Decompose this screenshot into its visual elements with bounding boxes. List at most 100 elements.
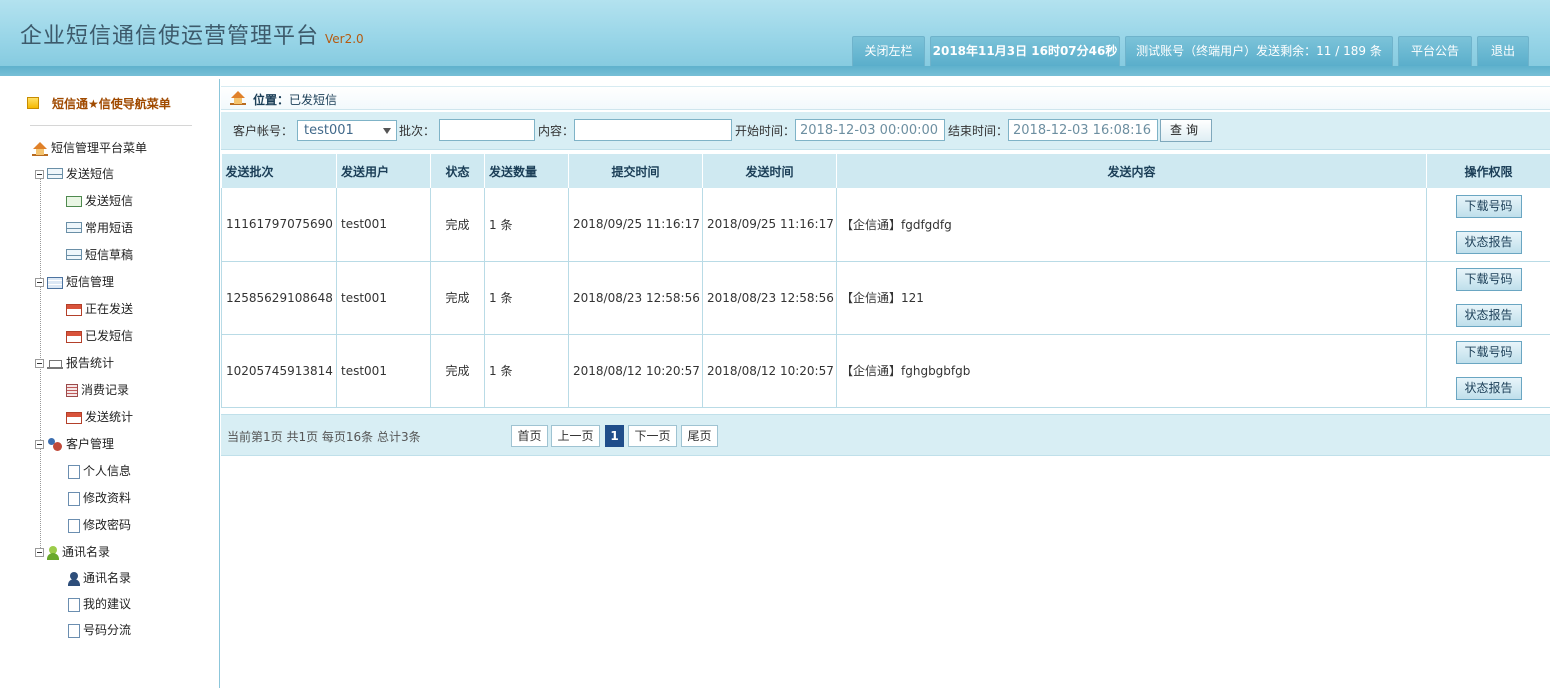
location-value: 已发短信 (289, 93, 338, 107)
cell-count: 1 条 (484, 188, 569, 262)
cell-submit-time: 2018/08/23 12:58:56 (568, 261, 703, 335)
mail-icon (47, 168, 63, 179)
tree-item-change-password[interactable]: 修改密码 (68, 516, 131, 534)
tree-item-sending[interactable]: 正在发送 (66, 300, 133, 318)
mail-phrase-icon (66, 222, 82, 233)
cell-user: test001 (336, 261, 431, 335)
column-header: 操作权限 (1426, 154, 1550, 188)
tree-item-sent[interactable]: 已发短信 (66, 327, 133, 345)
main-content: 位置： 已发短信 客户帐号： test001 批次： 内容： 开始时间： 结束时… (221, 79, 1550, 688)
end-time-input[interactable] (1008, 119, 1158, 141)
table-header-row: 发送批次 发送用户 状态 发送数量 提交时间 发送时间 发送内容 操作权限 (221, 154, 1550, 188)
cell-submit-time: 2018/09/25 11:16:17 (568, 188, 703, 262)
tree-item-drafts[interactable]: 短信草稿 (66, 246, 133, 264)
tree-item-label: 短信草稿 (85, 248, 134, 262)
tree-item-send-stats[interactable]: 发送统计 (66, 408, 133, 426)
column-header: 发送内容 (836, 154, 1427, 188)
tree-group-reports[interactable]: 报告统计 (35, 354, 114, 372)
current-page-button[interactable]: 1 (605, 425, 624, 447)
cell-content: 【企信通】fgdfgdfg (836, 188, 1427, 262)
tree-item-send-sms[interactable]: 发送短信 (66, 192, 133, 210)
tree-item-number-split[interactable]: 号码分流 (68, 621, 131, 639)
download-numbers-button[interactable]: 下载号码 (1455, 341, 1522, 364)
status-report-button[interactable]: 状态报告 (1455, 230, 1522, 254)
cart-icon (47, 359, 63, 369)
content-input[interactable] (574, 119, 732, 141)
calendar-icon (66, 411, 82, 424)
chevron-down-icon (383, 128, 391, 134)
tree-group-label: 发送短信 (66, 167, 115, 181)
app-version: Ver2.0 (325, 32, 364, 46)
cell-status: 完成 (430, 334, 485, 408)
download-numbers-button[interactable]: 下载号码 (1455, 268, 1522, 291)
app-title: 企业短信通信使运营管理平台 Ver2.0 (20, 18, 364, 50)
logout-button[interactable]: 退出 (1477, 36, 1529, 66)
cell-user: test001 (336, 188, 431, 262)
tree-item-contacts[interactable]: 通讯名录 (68, 569, 131, 587)
tree-item-label: 常用短语 (85, 221, 134, 235)
cell-batch: 12585629108648 (221, 261, 337, 335)
cell-submit-time: 2018/08/12 10:20:57 (568, 334, 703, 408)
account-select-value: test001 (304, 123, 354, 138)
sent-sms-table: 发送批次 发送用户 状态 发送数量 提交时间 发送时间 发送内容 操作权限 11… (221, 154, 1550, 408)
tree-group-label: 报告统计 (66, 356, 115, 370)
tree-item-suggestions[interactable]: 我的建议 (68, 595, 131, 613)
collapse-icon[interactable] (35, 548, 44, 557)
account-select[interactable]: test001 (297, 120, 397, 141)
collapse-icon[interactable] (35, 359, 44, 368)
table-row: 12585629108648 test001 完成 1 条 2018/08/23… (221, 261, 1550, 335)
cell-count: 1 条 (484, 334, 569, 408)
tree-item-label: 号码分流 (83, 623, 132, 637)
tree-group-contacts[interactable]: 通讯名录 (35, 543, 110, 561)
first-page-button[interactable]: 首页 (511, 425, 548, 447)
home-icon (32, 141, 48, 156)
prev-page-button[interactable]: 上一页 (551, 425, 600, 447)
list-icon (66, 384, 78, 397)
cell-actions: 下载号码 状态报告 (1426, 188, 1550, 262)
start-time-input[interactable] (795, 119, 945, 141)
tree-group-sms-manage[interactable]: 短信管理 (35, 273, 114, 291)
tree-item-label: 个人信息 (83, 464, 132, 478)
tree-root[interactable]: 短信管理平台菜单 (32, 139, 147, 157)
column-header: 发送用户 (336, 154, 431, 188)
document-icon (68, 464, 80, 479)
nav-checkbox-icon (27, 97, 39, 109)
tree-item-common-phrases[interactable]: 常用短语 (66, 219, 133, 237)
announcement-button[interactable]: 平台公告 (1398, 36, 1472, 66)
download-numbers-button[interactable]: 下载号码 (1455, 194, 1522, 218)
tree-item-label: 发送短信 (85, 194, 134, 208)
collapse-icon[interactable] (35, 170, 44, 179)
cell-send-time: 2018/08/12 10:20:57 (702, 334, 837, 408)
tree-item-label: 正在发送 (85, 302, 134, 316)
account-info: 测试账号（终端用户）发送剩余：11 / 189 条 (1125, 36, 1393, 66)
column-header: 提交时间 (568, 154, 703, 188)
tree-group-customer[interactable]: 客户管理 (35, 435, 114, 453)
tree-item-consumption[interactable]: 消费记录 (66, 381, 129, 399)
last-page-button[interactable]: 尾页 (681, 425, 718, 447)
document-icon (68, 491, 80, 506)
status-report-button[interactable]: 状态报告 (1455, 377, 1522, 400)
start-time-label: 开始时间： (735, 124, 796, 138)
collapse-icon[interactable] (35, 278, 44, 287)
collapse-icon[interactable] (35, 440, 44, 449)
calendar-icon (66, 303, 82, 316)
batch-input[interactable] (439, 119, 535, 141)
pagination-info: 当前第1页 共1页 每页16条 总计3条 (227, 430, 421, 444)
cell-content: 【企信通】fghgbgbfgb (836, 334, 1427, 408)
tree-item-profile[interactable]: 个人信息 (68, 462, 131, 480)
close-sidebar-button[interactable]: 关闭左栏 (852, 36, 925, 66)
header-divider-bar (0, 66, 1550, 76)
app-title-text: 企业短信通信使运营管理平台 (20, 24, 320, 49)
grid-icon (47, 276, 63, 289)
status-report-button[interactable]: 状态报告 (1455, 304, 1522, 327)
document-icon (68, 518, 80, 533)
cell-content: 【企信通】121 (836, 261, 1427, 335)
location-label: 位置： (253, 93, 290, 107)
cell-actions: 下载号码 状态报告 (1426, 334, 1550, 408)
query-button[interactable]: 查询 (1160, 119, 1212, 142)
table-row: 10205745913814 test001 完成 1 条 2018/08/12… (221, 334, 1550, 408)
cell-actions: 下载号码 状态报告 (1426, 261, 1550, 335)
tree-item-edit-info[interactable]: 修改资料 (68, 489, 131, 507)
tree-group-send-sms[interactable]: 发送短信 (35, 165, 114, 183)
next-page-button[interactable]: 下一页 (628, 425, 677, 447)
